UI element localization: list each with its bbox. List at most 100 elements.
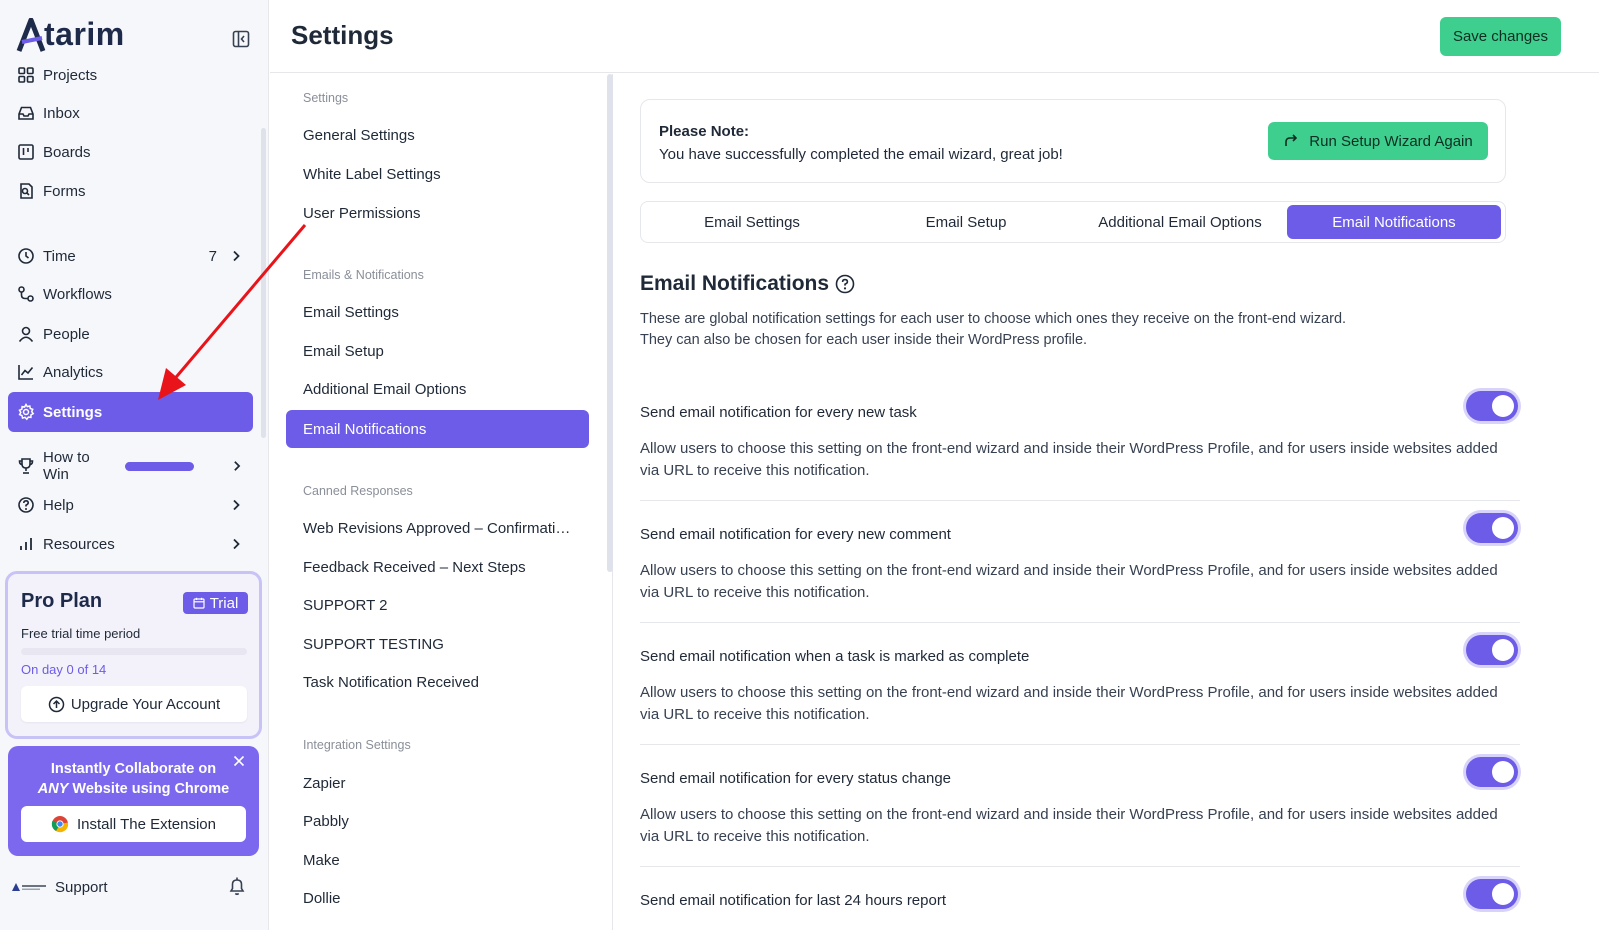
subnav-item-make[interactable]: Make — [286, 841, 589, 879]
sidebar-item-how-to-win[interactable]: How to Win — [8, 447, 253, 485]
sidebar-item-boards[interactable]: Boards — [8, 133, 253, 171]
sidebar-item-label: How to Win — [43, 449, 90, 483]
atarim-logo-mark-icon — [16, 18, 46, 52]
chrome-icon — [51, 816, 69, 833]
promo-line-2-rest: Website using Chrome — [68, 781, 230, 797]
how-to-win-progress-bar — [125, 461, 194, 471]
sidebar: tarim Projects Inbox Boards Forms Time 7… — [0, 0, 269, 930]
promo-line-2: ANY Website using Chrome — [8, 779, 259, 799]
promo-line-1: Instantly Collaborate on — [50, 761, 217, 777]
subnav-item-email-settings[interactable]: Email Settings — [286, 293, 589, 331]
gear-icon — [18, 403, 35, 421]
subnav-item-support-2[interactable]: SUPPORT 2 — [286, 586, 589, 624]
tab-additional-email-options[interactable]: Additional Email Options — [1073, 205, 1287, 239]
save-changes-button[interactable]: Save changes — [1440, 17, 1561, 56]
plan-subtitle: Free trial time period — [21, 626, 141, 641]
notification-toggle[interactable] — [1466, 635, 1518, 665]
bar-chart-icon — [20, 538, 32, 550]
collapse-sidebar-icon[interactable] — [232, 30, 250, 48]
note-text: You have successfully completed the emai… — [659, 146, 1063, 163]
settings-subnav: Settings General Settings White Label Se… — [270, 74, 613, 930]
promo-any-text: ANY — [37, 781, 69, 797]
sidebar-item-workflows[interactable]: Workflows — [8, 275, 253, 313]
subnav-item-support-testing[interactable]: SUPPORT TESTING — [286, 625, 589, 663]
sidebar-item-resources[interactable]: Resources — [8, 525, 253, 563]
tab-email-setup[interactable]: Email Setup — [859, 205, 1073, 239]
subnav-item-white-label-settings[interactable]: White Label Settings — [286, 155, 589, 193]
upgrade-account-button[interactable]: Upgrade Your Account — [21, 686, 247, 722]
sidebar-item-label: Analytics — [43, 363, 104, 381]
subnav-group-emails-notifications: Emails & Notifications — [303, 268, 424, 282]
sidebar-item-label: Inbox — [43, 104, 80, 122]
subnav-item-user-permissions[interactable]: User Permissions — [286, 194, 589, 232]
chart-icon — [18, 365, 34, 380]
pro-plan-card: Pro Plan Trial Free trial time period On… — [5, 571, 262, 739]
trial-badge: Trial — [183, 592, 248, 614]
notification-toggle[interactable] — [1466, 757, 1518, 787]
subnav-item-task-notification-received[interactable]: Task Notification Received — [286, 663, 589, 701]
notification-description: Allow users to choose this setting on th… — [640, 684, 1498, 723]
page-title: Settings — [291, 20, 394, 50]
workflow-icon — [18, 286, 34, 302]
install-extension-label: Install The Extension — [77, 815, 216, 833]
sidebar-item-analytics[interactable]: Analytics — [8, 353, 253, 391]
tab-email-notifications[interactable]: Email Notifications — [1287, 205, 1501, 239]
notification-toggle[interactable] — [1466, 391, 1518, 421]
time-count: 7 — [208, 247, 217, 265]
subnav-item-feedback-received[interactable]: Feedback Received – Next Steps — [286, 548, 589, 586]
divider — [640, 866, 1520, 867]
email-tabs: Email Settings Email Setup Additional Em… — [640, 201, 1506, 243]
sidebar-item-label: Time — [43, 247, 76, 265]
tab-email-settings[interactable]: Email Settings — [645, 205, 859, 239]
notification-toggle[interactable] — [1466, 513, 1518, 543]
bell-icon[interactable] — [228, 876, 246, 896]
sidebar-item-time[interactable]: Time 7 — [8, 237, 253, 275]
subnav-item-dollie[interactable]: Dollie — [286, 879, 589, 917]
run-setup-wizard-button[interactable]: Run Setup Wizard Again — [1268, 122, 1488, 160]
sidebar-item-help[interactable]: Help — [8, 486, 253, 524]
subnav-scrollbar[interactable] — [607, 74, 613, 572]
board-icon — [18, 144, 34, 160]
sidebar-item-settings[interactable]: Settings — [8, 392, 253, 432]
sidebar-item-projects[interactable]: Projects — [8, 56, 253, 94]
subnav-item-web-revisions-approved[interactable]: Web Revisions Approved – Confirmati… — [286, 509, 589, 547]
subnav-item-email-setup[interactable]: Email Setup — [286, 332, 589, 370]
sidebar-item-label: Boards — [43, 143, 91, 161]
chrome-extension-promo: Instantly Collaborate on ANY Website usi… — [8, 746, 259, 856]
grid-icon — [18, 67, 34, 83]
inbox-icon — [18, 106, 34, 120]
subnav-item-email-notifications[interactable]: Email Notifications — [286, 410, 589, 448]
notification-description: Allow users to choose this setting on th… — [640, 440, 1498, 479]
chevron-right-icon — [233, 538, 240, 550]
section-title: Email Notifications — [640, 272, 855, 296]
toggle-knob — [1492, 639, 1514, 661]
subnav-item-general-settings[interactable]: General Settings — [286, 116, 589, 154]
notification-title: Send email notification for last 24 hour… — [640, 892, 946, 909]
notification-toggle[interactable] — [1466, 879, 1518, 909]
divider — [640, 500, 1520, 501]
help-circle-icon[interactable] — [835, 274, 855, 294]
sidebar-item-forms[interactable]: Forms — [8, 172, 253, 210]
close-icon[interactable] — [233, 755, 245, 767]
toggle-knob — [1492, 395, 1514, 417]
toggle-knob — [1492, 517, 1514, 539]
trial-progress-bar — [21, 648, 247, 655]
atarim-logo[interactable]: tarim — [16, 16, 125, 52]
sidebar-scrollbar[interactable] — [261, 128, 266, 438]
trophy-icon — [18, 458, 34, 474]
chevron-right-icon — [233, 499, 240, 511]
support-row[interactable]: Support — [12, 874, 252, 900]
subnav-item-additional-email-options[interactable]: Additional Email Options — [286, 370, 589, 408]
section-description: These are global notification settings f… — [640, 309, 1346, 351]
upgrade-account-label: Upgrade Your Account — [70, 695, 221, 713]
sidebar-item-inbox[interactable]: Inbox — [8, 94, 253, 132]
subnav-item-pabbly[interactable]: Pabbly — [286, 802, 589, 840]
notification-title: Send email notification for every new co… — [640, 526, 951, 543]
sidebar-item-people[interactable]: People — [8, 315, 253, 353]
help-icon — [18, 497, 34, 513]
subnav-item-zapier[interactable]: Zapier — [286, 764, 589, 802]
clock-icon — [18, 248, 34, 264]
install-extension-button[interactable]: Install The Extension — [21, 806, 246, 842]
sidebar-item-label: People — [43, 325, 90, 343]
toggle-knob — [1492, 761, 1514, 783]
